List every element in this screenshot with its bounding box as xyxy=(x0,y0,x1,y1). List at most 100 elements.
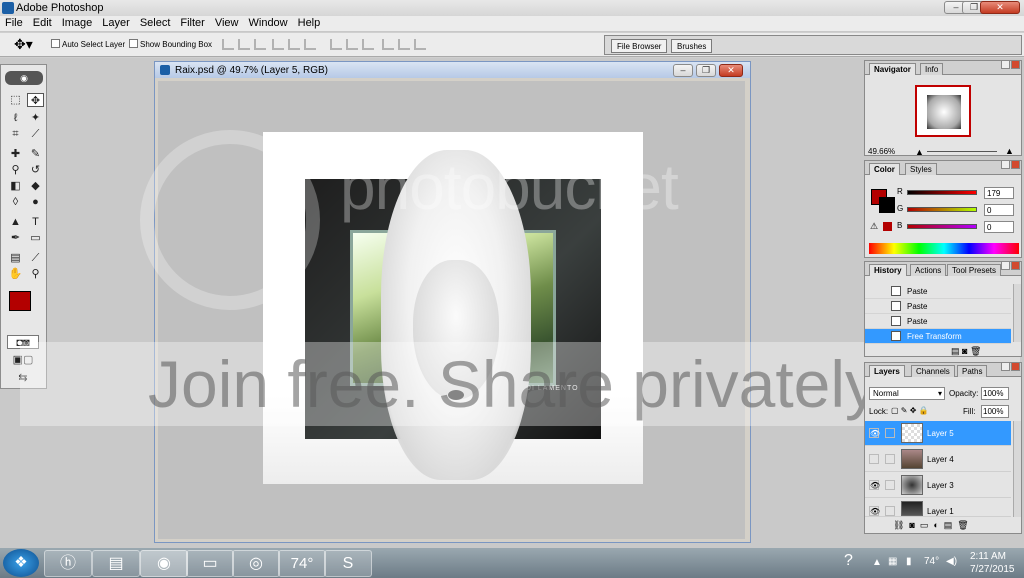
history-item-selected[interactable]: Free Transform xyxy=(865,329,1011,344)
history-item[interactable]: Paste xyxy=(865,314,1011,329)
history-item[interactable]: Paste xyxy=(865,299,1011,314)
eye-icon[interactable]: 👁 xyxy=(869,506,880,516)
tab-navigator[interactable]: Navigator xyxy=(869,63,916,75)
network-icon[interactable]: ▦ xyxy=(888,556,897,567)
distribute-vcenter-icon[interactable] xyxy=(346,39,358,50)
tab-history[interactable]: History xyxy=(869,264,907,276)
doc-minimize-button[interactable]: – xyxy=(673,64,693,77)
crop-tool-icon[interactable]: ⌗ xyxy=(7,127,24,141)
dodge-tool-icon[interactable]: ● xyxy=(27,195,44,209)
lasso-tool-icon[interactable]: ℓ xyxy=(7,111,24,125)
blue-slider[interactable] xyxy=(907,224,977,229)
doc-restore-button[interactable]: ❐ xyxy=(696,64,716,77)
zoom-in-icon[interactable]: ▲ xyxy=(1005,146,1014,156)
slice-tool-icon[interactable]: ⟋ xyxy=(27,127,44,141)
menu-file[interactable]: File xyxy=(0,16,28,29)
green-value[interactable]: 0 xyxy=(984,204,1014,216)
layer-row[interactable]: Layer 4 xyxy=(865,447,1011,472)
distribute-hcenter-icon[interactable] xyxy=(398,39,410,50)
align-bottom-icon[interactable] xyxy=(254,39,266,50)
opacity-input[interactable]: 100% xyxy=(981,387,1009,400)
navigator-zoom[interactable]: 49.66% xyxy=(868,147,895,156)
menu-window[interactable]: Window xyxy=(244,16,293,29)
red-value[interactable]: 179 xyxy=(984,187,1014,199)
clock-date[interactable]: 7/27/2015 xyxy=(970,564,1015,575)
panel-minimize-icon[interactable] xyxy=(1001,261,1010,270)
eye-icon-hidden[interactable] xyxy=(869,454,879,464)
history-actions-icons[interactable]: ▤ ◙ 🗑 xyxy=(951,346,981,357)
distribute-right-icon[interactable] xyxy=(414,39,426,50)
layer-row[interactable]: 👁 Layer 1 xyxy=(865,499,1011,517)
paint-bucket-icon[interactable]: ◆ xyxy=(27,179,44,193)
hp-app-icon[interactable]: ⓗ xyxy=(44,550,92,577)
layers-actions-icons[interactable]: ⛓◙▭◐▤🗑 xyxy=(893,520,974,531)
color-spectrum[interactable] xyxy=(869,243,1019,254)
fill-input[interactable]: 100% xyxy=(981,405,1009,418)
distribute-left-icon[interactable] xyxy=(382,39,394,50)
chrome-browser-icon[interactable]: ◎ xyxy=(232,550,280,577)
move-tool-icon[interactable]: ✥ xyxy=(27,93,44,107)
eye-icon[interactable]: 👁 xyxy=(869,428,880,438)
doc-close-button[interactable]: ✕ xyxy=(719,64,743,77)
photoshop-task-icon[interactable]: ◉ xyxy=(140,550,188,577)
shape-tool-icon[interactable]: ▭ xyxy=(27,231,44,245)
zoom-out-icon[interactable]: ▲ xyxy=(915,147,924,157)
tab-info[interactable]: Info xyxy=(920,63,944,75)
menu-help[interactable]: Help xyxy=(293,16,326,29)
clock-time[interactable]: 2:11 AM xyxy=(970,551,1006,562)
pen-tool-icon[interactable]: ✒ xyxy=(7,231,24,245)
healing-brush-icon[interactable]: ✚ xyxy=(7,147,24,161)
help-tray-icon[interactable]: ? xyxy=(844,552,853,570)
menu-image[interactable]: Image xyxy=(57,16,98,29)
layer-row[interactable]: 👁 Layer 5 xyxy=(865,421,1011,446)
panel-minimize-icon[interactable] xyxy=(1001,160,1010,169)
weather-gadget[interactable]: 74° xyxy=(278,550,326,577)
auto-select-checkbox[interactable] xyxy=(51,39,60,48)
clone-stamp-icon[interactable]: ⚲ xyxy=(7,163,24,177)
tab-styles[interactable]: Styles xyxy=(905,163,937,175)
panel-close-icon[interactable] xyxy=(1011,362,1020,371)
history-brush-icon[interactable]: ↺ xyxy=(27,163,44,177)
eyedropper-icon[interactable]: ⟋ xyxy=(27,251,44,265)
panel-minimize-icon[interactable] xyxy=(1001,362,1010,371)
blue-value[interactable]: 0 xyxy=(984,221,1014,233)
zoom-tool-icon[interactable]: ⚲ xyxy=(27,267,44,281)
align-hcenter-icon[interactable] xyxy=(288,39,300,50)
distribute-top-icon[interactable] xyxy=(330,39,342,50)
panel-close-icon[interactable] xyxy=(1011,160,1020,169)
blur-tool-icon[interactable]: ◊ xyxy=(7,195,24,209)
link-icon[interactable] xyxy=(885,506,895,516)
brush-tool-icon[interactable]: ✎ xyxy=(27,147,44,161)
history-scrollbar[interactable] xyxy=(1013,284,1021,342)
layer-row[interactable]: 👁 Layer 3 xyxy=(865,473,1011,498)
volume-icon[interactable]: ◀) xyxy=(946,556,957,567)
tab-channels[interactable]: Channels xyxy=(911,365,955,377)
tab-file-browser[interactable]: File Browser xyxy=(611,39,668,53)
menu-edit[interactable]: Edit xyxy=(28,16,57,29)
path-select-icon[interactable]: ▲ xyxy=(7,215,24,229)
bounding-box-option[interactable]: Show Bounding Box xyxy=(129,39,212,49)
notes-tool-icon[interactable]: ▤ xyxy=(7,251,24,265)
tab-tool-presets[interactable]: Tool Presets xyxy=(947,264,1002,276)
start-button[interactable]: ❖ xyxy=(3,549,39,577)
show-hidden-icons[interactable]: ▲ xyxy=(872,557,882,568)
tray-temperature[interactable]: 74° xyxy=(924,556,939,567)
menu-select[interactable]: Select xyxy=(135,16,176,29)
navigator-thumbnail[interactable] xyxy=(915,85,971,137)
align-top-icon[interactable] xyxy=(222,39,234,50)
menu-filter[interactable]: Filter xyxy=(175,16,209,29)
lock-options-icons[interactable]: ▢ ✎ ✥ 🔒 xyxy=(891,406,929,415)
gamut-swatch[interactable] xyxy=(883,222,892,231)
history-item[interactable]: Paste xyxy=(865,284,1011,299)
blend-mode-select[interactable]: Normal ▾ xyxy=(869,387,945,400)
eye-icon[interactable]: 👁 xyxy=(869,480,880,490)
link-icon[interactable] xyxy=(885,480,895,490)
distribute-bottom-icon[interactable] xyxy=(362,39,374,50)
type-tool-icon[interactable]: T xyxy=(27,215,44,229)
align-right-icon[interactable] xyxy=(304,39,316,50)
tab-color[interactable]: Color xyxy=(869,163,900,175)
align-left-icon[interactable] xyxy=(272,39,284,50)
zoom-slider[interactable] xyxy=(927,151,997,152)
brush-link-icon[interactable] xyxy=(885,428,895,438)
auto-select-option[interactable]: Auto Select Layer xyxy=(51,39,125,49)
